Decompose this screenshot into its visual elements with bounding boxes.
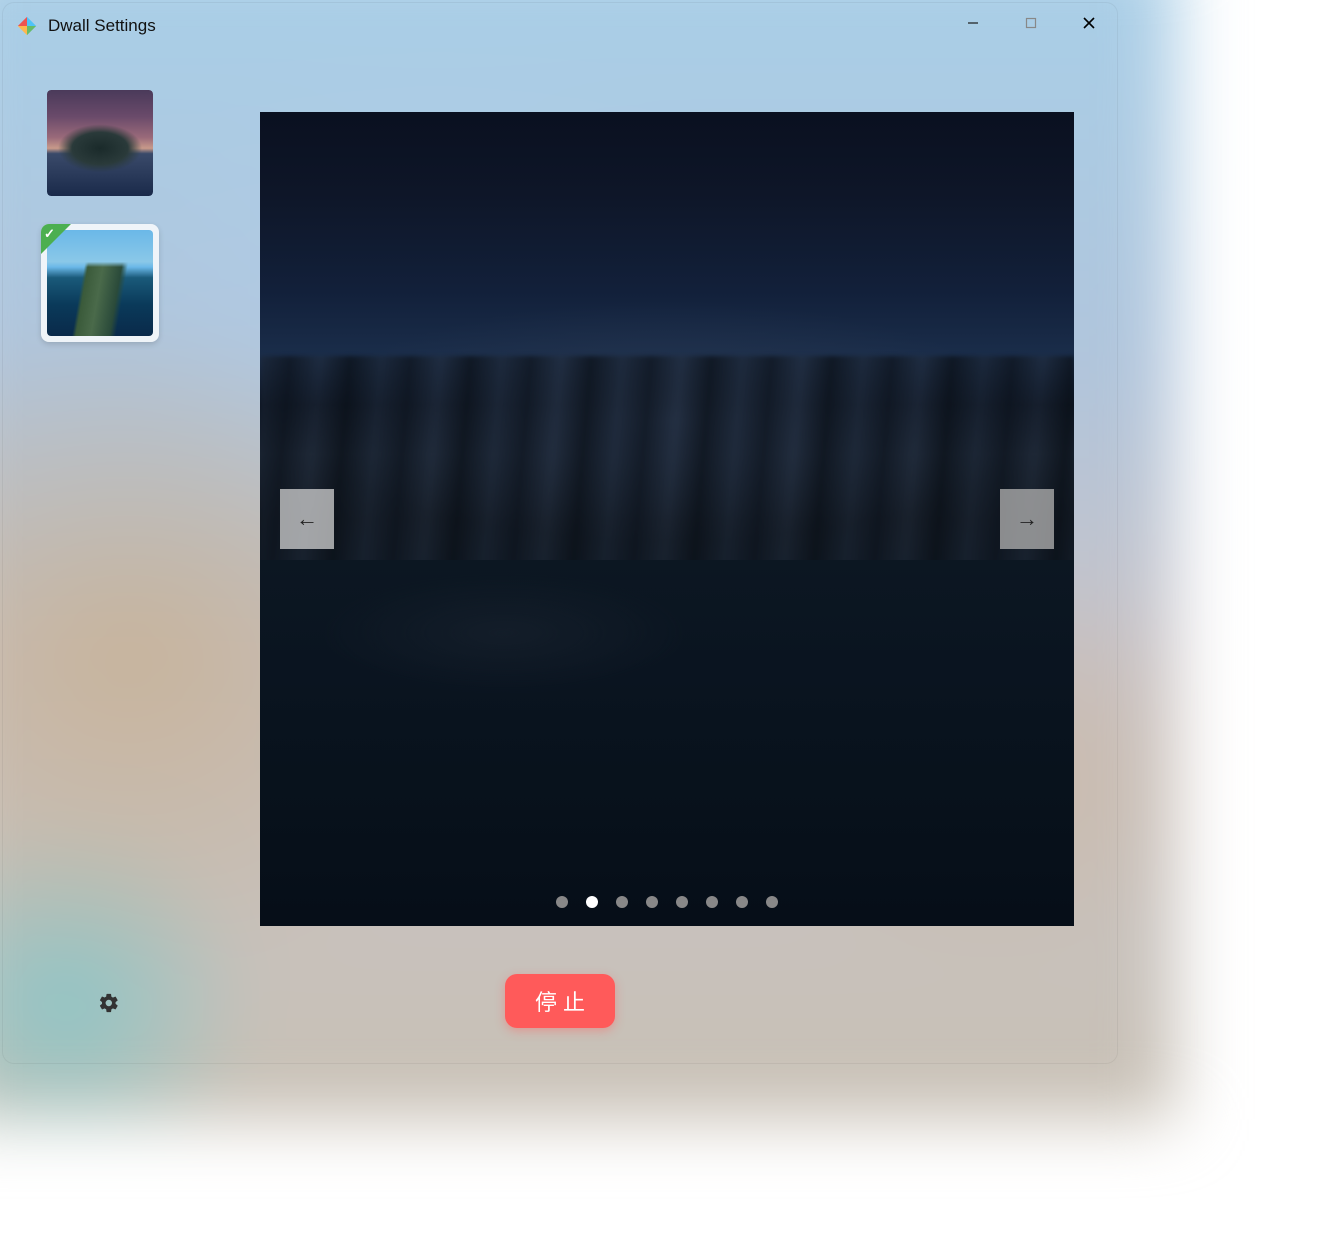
close-icon — [1081, 15, 1097, 31]
maximize-button[interactable] — [1002, 2, 1060, 44]
pagination-dot-3[interactable] — [616, 896, 628, 908]
content-area: ✓ ← → 停止 — [2, 50, 1118, 1064]
minimize-icon — [966, 16, 980, 30]
stop-button[interactable]: 停止 — [505, 974, 615, 1028]
pagination-dots — [260, 896, 1074, 908]
arrow-right-icon: → — [1016, 506, 1038, 532]
titlebar[interactable]: Dwall Settings — [2, 2, 1118, 50]
pagination-dot-2[interactable] — [586, 896, 598, 908]
pagination-dot-7[interactable] — [736, 896, 748, 908]
arrow-left-icon: ← — [296, 506, 318, 532]
close-button[interactable] — [1060, 2, 1118, 44]
pagination-dot-1[interactable] — [556, 896, 568, 908]
pagination-dot-8[interactable] — [766, 896, 778, 908]
window-title: Dwall Settings — [48, 16, 156, 36]
pagination-dot-5[interactable] — [676, 896, 688, 908]
app-window: Dwall Settings — [2, 2, 1118, 1064]
stop-button-label: 停止 — [535, 985, 591, 1017]
thumbnail-image — [47, 90, 153, 196]
maximize-icon — [1024, 16, 1038, 30]
pagination-dot-4[interactable] — [646, 896, 658, 908]
checkmark-icon: ✓ — [44, 226, 55, 242]
minimize-button[interactable] — [944, 2, 1002, 44]
wallpaper-sidebar: ✓ — [47, 90, 177, 370]
previous-button[interactable]: ← — [280, 489, 334, 549]
gear-icon — [98, 992, 120, 1014]
window-controls — [944, 2, 1118, 44]
pagination-dot-6[interactable] — [706, 896, 718, 908]
settings-button[interactable] — [98, 992, 122, 1016]
wallpaper-thumbnail-2[interactable]: ✓ — [41, 224, 159, 342]
next-button[interactable]: → — [1000, 489, 1054, 549]
wallpaper-preview: ← → — [260, 112, 1074, 926]
wallpaper-thumbnail-1[interactable] — [47, 90, 153, 196]
app-icon — [16, 15, 38, 37]
